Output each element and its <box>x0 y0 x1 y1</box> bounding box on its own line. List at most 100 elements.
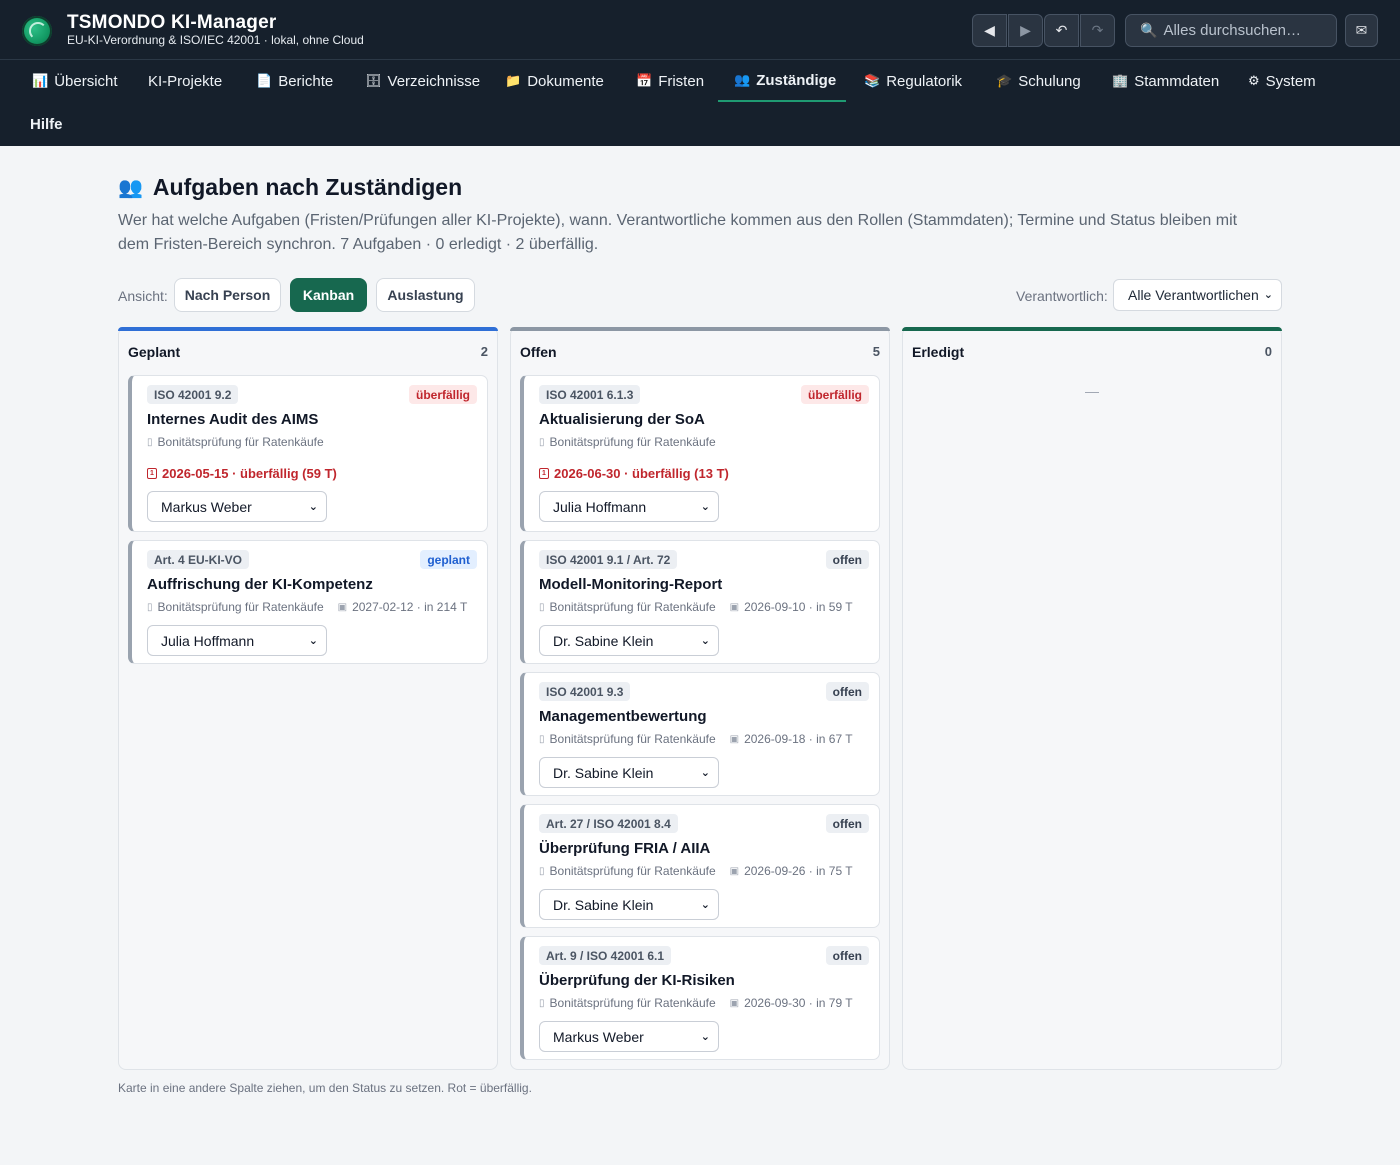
assignee-select[interactable]: Julia Hoffmann ⌄ <box>147 625 327 656</box>
kanban-column[interactable]: Geplant 2 ISO 42001 9.2 überfällig Internes … <box>118 327 498 1070</box>
nav-item-ki-projekte[interactable]: KI-Projekte <box>148 60 222 102</box>
cabinet-icon: 🗄 <box>365 73 382 88</box>
nav-item-hilfe[interactable]: Hilfe <box>30 103 63 145</box>
assignee-value: Markus Weber <box>161 498 252 515</box>
assignee-select[interactable]: Dr. Sabine Klein ⌄ <box>539 625 719 656</box>
undo-icon: ↶ <box>1055 22 1068 38</box>
nav-label: System <box>1265 72 1316 90</box>
task-card[interactable]: Art. 9 / ISO 42001 6.1 offen Überprüfung d… <box>520 936 880 1060</box>
nav-item-berichte[interactable]: 📄 Berichte <box>256 60 333 102</box>
task-meta: ▯ Bonitätsprüfung für Ratenkäufe ▣ 2026-09-… <box>539 732 853 746</box>
column-empty-placeholder: — <box>1085 383 1099 399</box>
task-card[interactable]: Art. 4 EU-KI-VO geplant Auffrischung der K… <box>128 540 488 664</box>
task-due-text: 2026-09-30 · in 79 T <box>744 996 853 1010</box>
nav-item-system[interactable]: ⚙ System <box>1248 60 1316 102</box>
view-nach-person-button[interactable]: Nach Person <box>174 278 281 312</box>
norm-reference-tag: ISO 42001 9.2 <box>147 385 239 404</box>
books-icon: 📚 <box>864 73 881 88</box>
assignee-value: Dr. Sabine Klein <box>553 896 654 913</box>
assignee-select[interactable]: Dr. Sabine Klein ⌄ <box>539 889 719 920</box>
nav-label: Zuständige <box>756 71 837 89</box>
nav-item-fristen[interactable]: 📅 Fristen <box>636 60 704 102</box>
column-accent-bar <box>118 327 498 331</box>
top-bar: TSMONDO KI-Manager EU-KI-Verordnung & IS… <box>0 0 1400 60</box>
task-title: Internes Audit des AIMS <box>147 411 319 428</box>
nav-label: Verzeichnisse <box>387 72 481 90</box>
task-card[interactable]: ISO 42001 9.2 überfällig Internes Audit de… <box>128 375 488 532</box>
task-due-date: ▣ 2026-09-18 · in 67 T <box>730 732 853 746</box>
task-due-text: 2026-06-30 · überfällig (13 T) <box>554 466 729 481</box>
graduation-cap-icon: 🎓 <box>996 73 1013 88</box>
norm-reference-tag: Art. 4 EU-KI-VO <box>147 550 250 569</box>
view-auslastung-button[interactable]: Auslastung <box>376 278 475 312</box>
task-due-date: ▣ 2027-02-12 · in 214 T <box>338 600 468 614</box>
task-project: Bonitätsprüfung für Ratenkäufe <box>549 996 716 1010</box>
task-card[interactable]: ISO 42001 6.1.3 überfällig Aktualisierung … <box>520 375 880 532</box>
task-card[interactable]: Art. 27 / ISO 42001 8.4 offen Überprüfung … <box>520 804 880 928</box>
page-title: 👥 Aufgaben nach Zuständigen <box>118 174 462 201</box>
board-footnote: Karte in eine andere Spalte ziehen, um d… <box>118 1081 532 1095</box>
nav-item-stammdaten[interactable]: 🏢 Stammdaten <box>1112 60 1219 102</box>
responsible-label: Verantwortlich: <box>1016 288 1108 304</box>
undo-button[interactable]: ↶ <box>1044 14 1079 47</box>
nav-item-dokumente[interactable]: 📁 Dokumente <box>505 60 604 102</box>
task-card[interactable]: ISO 42001 9.3 offen Managementbewertung ▯ Bo… <box>520 672 880 796</box>
nav-label: Dokumente <box>527 72 604 90</box>
task-due-text: 2027-02-12 · in 214 T <box>352 600 468 614</box>
nav-item-schulung[interactable]: 🎓 Schulung <box>996 60 1081 102</box>
mail-icon: ✉ <box>1355 22 1368 38</box>
view-kanban-button[interactable]: Kanban <box>290 278 367 312</box>
nav-label: Regulatorik <box>886 72 963 90</box>
nav-item-zustaendige[interactable]: 👥 Zuständige <box>718 60 846 102</box>
nav-label: Schulung <box>1018 72 1081 90</box>
nav-item-verzeichnisse[interactable]: 🗄 Verzeichnisse <box>365 60 480 102</box>
task-due-text: 2026-09-18 · in 67 T <box>744 732 853 746</box>
calendar-icon: 1 <box>539 468 549 479</box>
task-meta: ▯ Bonitätsprüfung für Ratenkäufe ▣ 2026-09-… <box>539 600 853 614</box>
document-icon: 📄 <box>256 73 273 88</box>
people-icon: 👥 <box>734 72 751 87</box>
kanban-column[interactable]: Erledigt 0 — <box>902 327 1282 1070</box>
task-due-overdue: 1 2026-05-15 · überfällig (59 T) <box>147 466 337 481</box>
nav-item-uebersicht[interactable]: 📊 Übersicht <box>32 60 118 102</box>
assignee-select[interactable]: Dr. Sabine Klein ⌄ <box>539 757 719 788</box>
assignee-select[interactable]: Markus Weber ⌄ <box>539 1021 719 1052</box>
responsible-filter-select[interactable]: Alle Verantwortlichen ⌄ <box>1113 279 1282 311</box>
task-due-date: ▣ 2026-09-26 · in 75 T <box>730 864 853 878</box>
task-due-date: ▣ 2026-09-30 · in 79 T <box>730 996 853 1010</box>
column-accent-bar <box>902 327 1282 331</box>
project-icon: ▯ <box>539 733 545 745</box>
assignee-value: Julia Hoffmann <box>553 498 647 515</box>
nav-label: Fristen <box>658 72 705 90</box>
assignee-value: Dr. Sabine Klein <box>553 764 654 781</box>
mail-button[interactable]: ✉ <box>1345 14 1378 47</box>
search-icon: 🔍 <box>1140 22 1158 38</box>
assignee-select[interactable]: Markus Weber ⌄ <box>147 491 327 522</box>
nav-label: Stammdaten <box>1134 72 1220 90</box>
calendar-icon: ▣ <box>729 997 740 1009</box>
nav-label: Übersicht <box>54 72 118 90</box>
task-card[interactable]: ISO 42001 9.1 / Art. 72 offen Modell-Monit… <box>520 540 880 664</box>
redo-button[interactable]: ↷ <box>1080 14 1115 47</box>
view-label: Ansicht: <box>118 288 168 304</box>
task-title: Managementbewertung <box>539 708 707 725</box>
norm-reference-tag: ISO 42001 6.1.3 <box>539 385 641 404</box>
building-icon: 🏢 <box>1112 73 1129 88</box>
column-count: 5 <box>872 344 880 359</box>
task-project: Bonitätsprüfung für Ratenkäufe <box>549 732 716 746</box>
project-icon: ▯ <box>147 601 153 613</box>
assignee-select[interactable]: Julia Hoffmann ⌄ <box>539 491 719 522</box>
nav-item-regulatorik[interactable]: 📚 Regulatorik <box>864 60 962 102</box>
task-project: Bonitätsprüfung für Ratenkäufe <box>157 435 324 449</box>
kanban-column[interactable]: Offen 5 ISO 42001 6.1.3 überfällig Aktualisi… <box>510 327 890 1070</box>
status-badge: offen <box>825 550 869 569</box>
chevron-down-icon: ⌄ <box>700 767 710 779</box>
back-button[interactable]: ◀ <box>972 14 1007 47</box>
task-title: Überprüfung der KI-Risiken <box>539 972 735 989</box>
back-arrow-icon: ◀ <box>984 22 995 38</box>
nav-label: Hilfe <box>30 115 63 133</box>
forward-button[interactable]: ▶ <box>1008 14 1043 47</box>
chevron-down-icon: ⌄ <box>308 501 318 513</box>
chevron-down-icon: ⌄ <box>700 899 710 911</box>
search-input[interactable]: 🔍 Alles durchsuchen… <box>1125 14 1337 47</box>
